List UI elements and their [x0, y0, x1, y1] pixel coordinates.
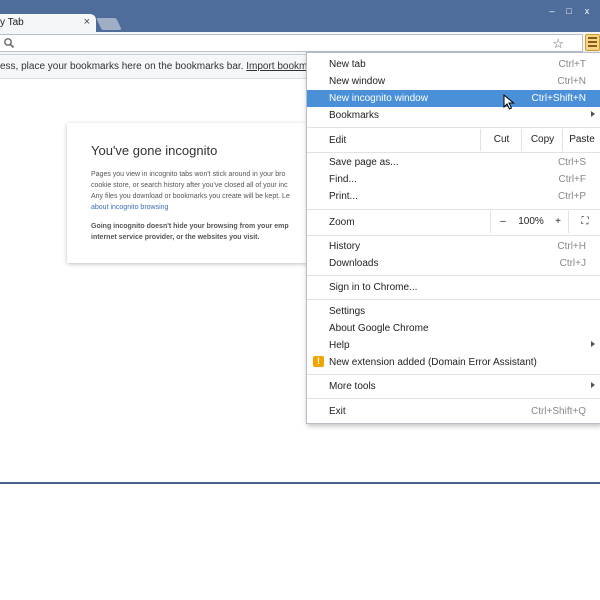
menu-item-shortcut: Ctrl+Shift+N [531, 93, 586, 104]
copy-button[interactable]: Copy [521, 129, 563, 151]
cut-button[interactable]: Cut [480, 129, 522, 151]
menu-item-extension-warning[interactable]: ! New extension added (Domain Error Assi… [307, 354, 600, 371]
submenu-arrow-icon [591, 341, 595, 347]
menu-icon-bar [588, 41, 597, 43]
warning-icon: ! [313, 356, 324, 367]
menu-item-shortcut: Ctrl+J [559, 258, 586, 269]
warning-line: Going incognito doesn't hide your browsi… [91, 223, 289, 230]
menu-separator [307, 374, 600, 375]
menu-icon-bar [588, 45, 597, 47]
description-line: Pages you view in incognito tabs won't s… [91, 171, 286, 178]
menu-item-label: Exit [329, 406, 346, 417]
title-bar: y Tab × – □ x [0, 0, 600, 32]
menu-item-label: Find... [329, 174, 357, 185]
menu-row-zoom: Zoom – 100% + ⛶ [307, 211, 600, 233]
menu-item-label: Zoom [329, 217, 355, 228]
search-icon [4, 38, 15, 49]
menu-item-settings[interactable]: Settings [307, 303, 600, 320]
menu-separator [307, 299, 600, 300]
menu-item-help[interactable]: Help [307, 337, 600, 354]
menu-item-shortcut: Ctrl+S [557, 157, 586, 168]
menu-item-new-tab[interactable]: New tab Ctrl+T [307, 56, 600, 73]
menu-item-shortcut: Ctrl+H [557, 241, 586, 252]
browser-window: y Tab × – □ x ☆ ess, place your bookmark… [0, 0, 600, 484]
incognito-card: You've gone incognito Pages you view in … [67, 123, 327, 263]
menu-item-print[interactable]: Print... Ctrl+P [307, 188, 600, 205]
menu-item-bookmarks[interactable]: Bookmarks [307, 107, 600, 124]
menu-item-new-incognito-window[interactable]: New incognito window Ctrl+Shift+N [307, 90, 600, 107]
menu-item-label: Edit [329, 135, 347, 146]
menu-item-label: More tools [329, 381, 376, 392]
description-line: cookie store, or search history after yo… [91, 182, 288, 189]
menu-item-shortcut: Ctrl+N [557, 76, 586, 87]
menu-item-label: Sign in to Chrome... [329, 282, 418, 293]
incognito-description: Pages you view in incognito tabs won't s… [91, 169, 290, 213]
menu-item-about[interactable]: About Google Chrome [307, 320, 600, 337]
menu-separator [307, 398, 600, 399]
submenu-arrow-icon [591, 111, 595, 117]
menu-item-label: Downloads [329, 258, 379, 269]
menu-item-label: New tab [329, 59, 366, 70]
menu-item-shortcut: Ctrl+Shift+Q [530, 406, 586, 417]
close-window-button[interactable]: x [578, 4, 596, 18]
menu-item-label: Print... [329, 191, 358, 202]
menu-item-label: New window [329, 76, 386, 87]
menu-item-save-page[interactable]: Save page as... Ctrl+S [307, 154, 600, 171]
menu-item-sign-in[interactable]: Sign in to Chrome... [307, 279, 600, 296]
menu-separator [307, 209, 600, 210]
menu-item-label: Bookmarks [329, 110, 380, 121]
menu-item-label: New incognito window [329, 93, 428, 104]
paste-button[interactable]: Paste [562, 129, 600, 151]
page-title: You've gone incognito [91, 143, 218, 158]
menu-item-shortcut: Ctrl+T [558, 59, 587, 70]
zoom-level: 100% [518, 216, 544, 227]
zoom-out-button[interactable]: – [490, 211, 515, 233]
menu-item-shortcut: Ctrl+P [557, 191, 586, 202]
maximize-button[interactable]: □ [559, 4, 579, 18]
bookmarks-bar-text: ess, place your bookmarks here on the bo… [0, 61, 321, 72]
tab-title: y Tab [0, 17, 24, 28]
menu-separator [307, 235, 600, 236]
bookmarks-hint: ess, place your bookmarks here on the bo… [0, 61, 244, 72]
menu-item-shortcut: Ctrl+F [558, 174, 587, 185]
new-tab-button[interactable] [96, 18, 122, 30]
incognito-warning: Going incognito doesn't hide your browsi… [91, 221, 289, 243]
mouse-cursor-icon [503, 94, 515, 110]
menu-item-label: History [329, 241, 361, 252]
menu-item-history[interactable]: History Ctrl+H [307, 238, 600, 255]
chrome-menu: New tab Ctrl+T New window Ctrl+N New inc… [306, 52, 600, 424]
menu-item-label: New extension added (Domain Error Assist… [329, 357, 537, 368]
close-tab-icon[interactable]: × [84, 16, 90, 28]
menu-item-label: About Google Chrome [329, 323, 429, 334]
bookmark-star-icon[interactable]: ☆ [552, 36, 564, 52]
warning-line: internet service provider, or the websit… [91, 234, 260, 241]
menu-item-more-tools[interactable]: More tools [307, 378, 600, 395]
menu-item-label: Settings [329, 306, 366, 317]
submenu-arrow-icon [591, 382, 595, 388]
menu-separator [307, 275, 600, 276]
menu-row-edit: Edit Cut Copy Paste [307, 129, 600, 151]
menu-item-label: Help [329, 340, 350, 351]
menu-item-downloads[interactable]: Downloads Ctrl+J [307, 255, 600, 272]
learn-more-link[interactable]: about incognito browsing [91, 204, 168, 211]
menu-item-label: Save page as... [329, 157, 399, 168]
menu-item-new-window[interactable]: New window Ctrl+N [307, 73, 600, 90]
chrome-menu-button[interactable] [585, 34, 600, 51]
menu-item-find[interactable]: Find... Ctrl+F [307, 171, 600, 188]
menu-icon-bar [588, 37, 597, 39]
menu-item-exit[interactable]: Exit Ctrl+Shift+Q [307, 403, 600, 420]
tab-new-tab[interactable]: y Tab × [0, 14, 96, 32]
description-line: Any files you download or bookmarks you … [91, 193, 290, 200]
zoom-in-button[interactable]: + [548, 211, 568, 233]
address-bar[interactable]: ☆ [0, 34, 583, 52]
menu-separator [307, 152, 600, 153]
menu-separator [307, 127, 600, 128]
fullscreen-icon[interactable]: ⛶ [568, 211, 600, 233]
